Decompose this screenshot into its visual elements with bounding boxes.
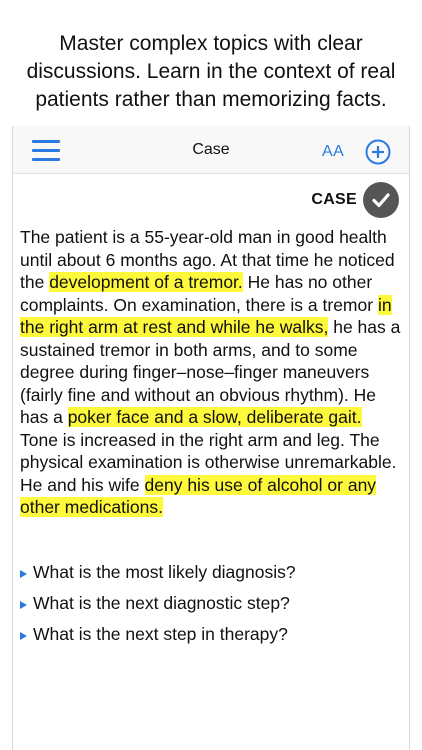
- promo-line: Master complex topics with clear: [59, 32, 363, 55]
- question-label: What is the next step in therapy?: [33, 624, 288, 644]
- highlighted-text: development of a tremor.: [49, 272, 243, 292]
- font-size-button[interactable]: AA: [322, 143, 344, 161]
- disclosure-triangle-icon: [20, 631, 27, 640]
- highlighted-text: poker face and a slow, deliberate gait.: [67, 407, 362, 427]
- checkmark-circle-icon[interactable]: [363, 182, 399, 218]
- question-therapy[interactable]: What is the next step in therapy?: [20, 619, 402, 650]
- promo-caption: Master complex topics with clear discuss…: [0, 30, 422, 114]
- app-screen: Case AA CASE The patient is a 55-year-ol…: [12, 126, 410, 750]
- case-label: CASE: [311, 191, 357, 208]
- question-diagnosis[interactable]: What is the most likely diagnosis?: [20, 557, 402, 588]
- promo-line: patients rather than memorizing facts.: [35, 88, 387, 111]
- question-diagnostic-step[interactable]: What is the next diagnostic step?: [20, 588, 402, 619]
- question-label: What is the next diagnostic step?: [33, 593, 290, 613]
- case-description: The patient is a 55-year-old man in good…: [20, 226, 402, 519]
- question-label: What is the most likely diagnosis?: [33, 562, 296, 582]
- plus-circle-icon: [365, 139, 391, 165]
- navigation-bar: Case AA: [13, 126, 409, 174]
- hamburger-menu-icon[interactable]: [32, 140, 60, 162]
- add-button[interactable]: [365, 139, 391, 165]
- disclosure-triangle-icon: [20, 600, 27, 609]
- page-title: Case: [192, 141, 230, 158]
- disclosure-triangle-icon: [20, 569, 27, 578]
- case-header: CASE: [311, 182, 399, 218]
- promo-line: discussions. Learn in the context of rea…: [26, 60, 396, 83]
- question-list: What is the most likely diagnosis? What …: [20, 557, 402, 650]
- checkmark-icon: [372, 193, 390, 208]
